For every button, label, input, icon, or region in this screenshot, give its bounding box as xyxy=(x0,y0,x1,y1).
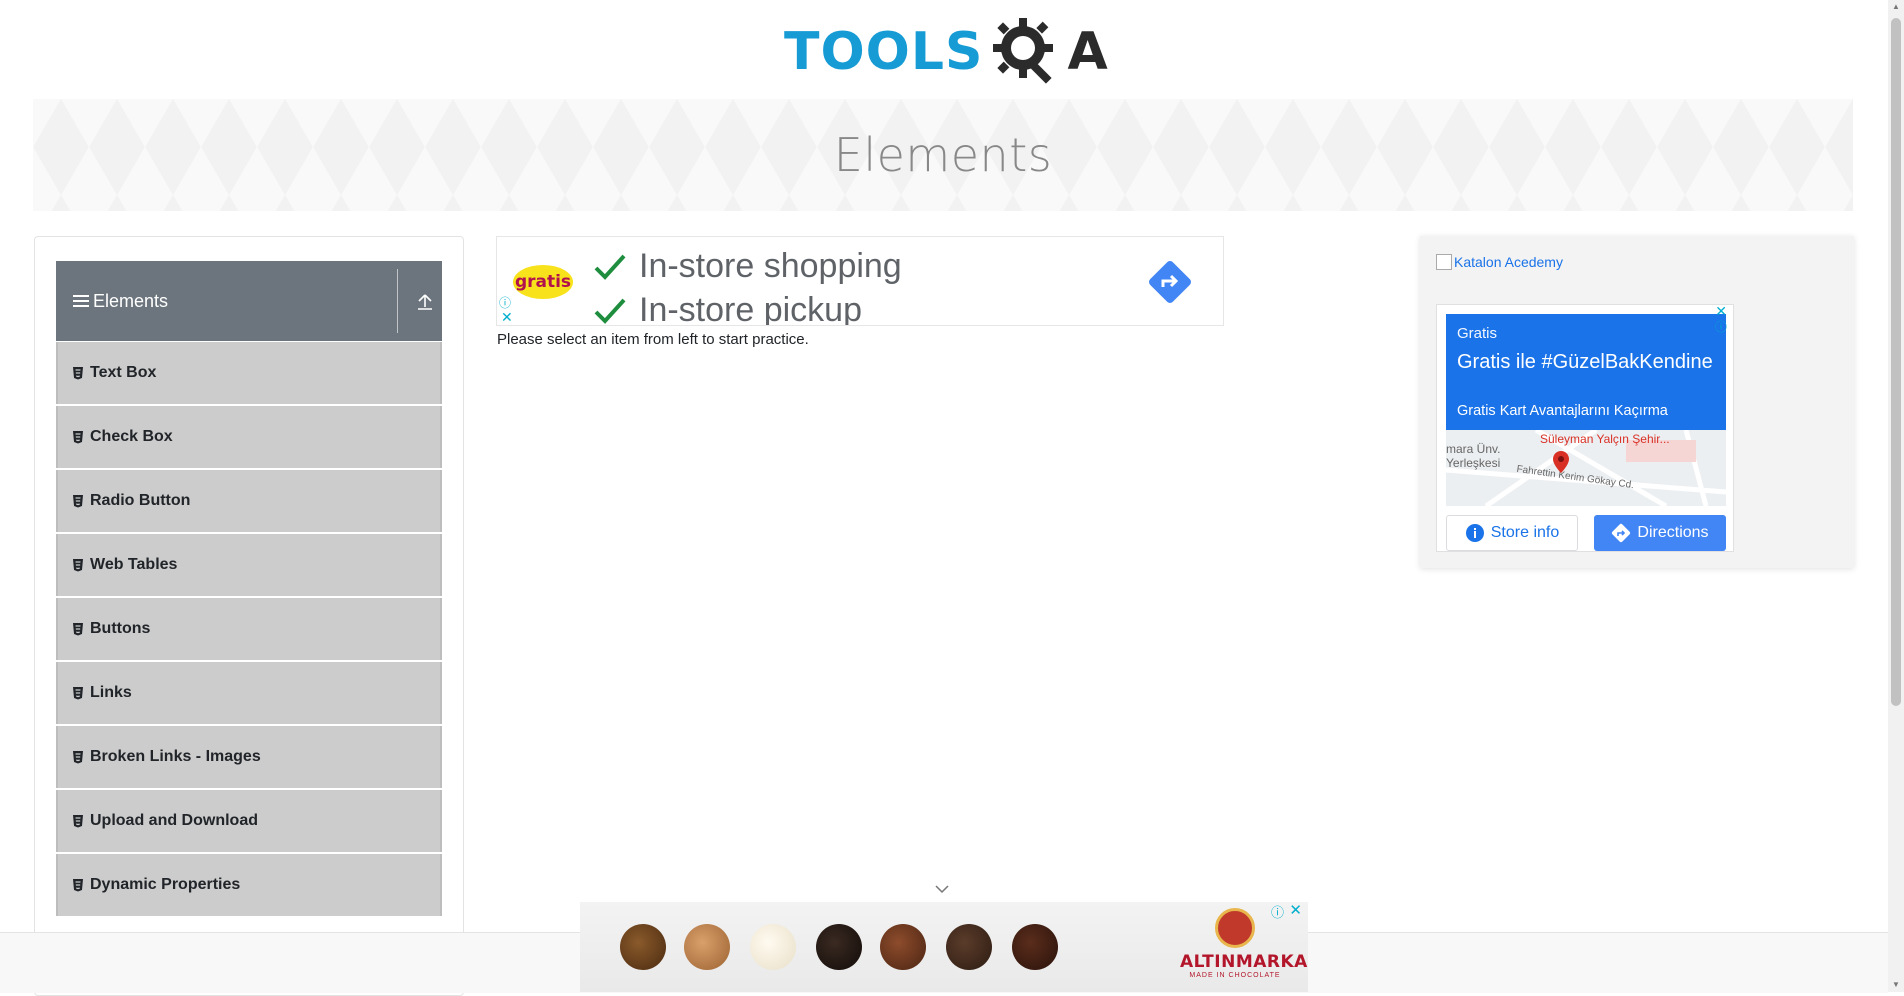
page-banner: Elements xyxy=(33,99,1853,211)
sidebar-item-broken-links-images[interactable]: Broken Links - Images xyxy=(56,726,442,788)
map-label-hospital: Süleyman Yalçın Şehir... xyxy=(1540,432,1670,446)
header-divider xyxy=(397,269,398,333)
html5-icon xyxy=(73,751,83,764)
ad-line1-text: In-store shopping xyxy=(639,247,902,285)
sidebar-item-label: Check Box xyxy=(90,428,173,445)
altinmarka-medal-icon xyxy=(1215,908,1255,948)
sidebar-item-buttons[interactable]: Buttons xyxy=(56,598,442,660)
sidebar-item-label: Dynamic Properties xyxy=(90,876,241,893)
cocoa-nibs-image xyxy=(946,924,992,970)
hamburger-icon xyxy=(73,292,89,310)
ad-gratis-map[interactable]: Gratis Gratis ile #GüzelBakKendine Grati… xyxy=(1436,303,1734,552)
group-title: Elements xyxy=(93,290,169,311)
sidebar-menu: Text Box Check Box Radio Button Web Tabl… xyxy=(56,342,442,918)
check-icon xyxy=(594,298,626,324)
sidebar-item-label: Web Tables xyxy=(90,556,178,573)
altinmarka-name: ALTINMARKA xyxy=(1180,952,1308,972)
html5-icon xyxy=(73,687,83,700)
ad-banner-gratis[interactable]: gratis In-store shopping In-store pickup… xyxy=(496,236,1224,326)
map-label-campus: Yerleşkesi xyxy=(1446,456,1501,470)
html5-icon xyxy=(73,431,83,444)
html5-icon xyxy=(73,623,83,636)
info-icon xyxy=(1465,524,1484,542)
katalon-alt-text: Katalon Acedemy xyxy=(1454,254,1563,270)
chevron-down-icon[interactable] xyxy=(934,884,950,894)
right-widget: Katalon Acedemy Gratis Gratis ile #Güzel… xyxy=(1420,236,1854,568)
directions-button[interactable]: Directions xyxy=(1594,515,1726,551)
scrollbar-thumb[interactable] xyxy=(1891,18,1901,706)
html5-icon xyxy=(73,879,83,892)
katalon-academy-image[interactable]: Katalon Acedemy xyxy=(1436,254,1563,270)
html5-icon xyxy=(73,559,83,572)
white-chocolate-image xyxy=(750,924,796,970)
ad-info-icon[interactable]: ⓘ xyxy=(1271,902,1284,921)
ad-line2-text: In-store pickup xyxy=(639,291,862,326)
collapse-up-icon[interactable] xyxy=(416,291,434,311)
sidebar-item-upload-and-download[interactable]: Upload and Download xyxy=(56,790,442,852)
map-label-uni: mara Ünv. xyxy=(1446,442,1501,456)
almonds-image xyxy=(684,924,730,970)
page-title: Elements xyxy=(833,128,1053,182)
cocoa-powder-image xyxy=(1012,924,1058,970)
sidebar-item-text-box[interactable]: Text Box xyxy=(56,342,442,404)
store-info-label: Store info xyxy=(1490,524,1560,541)
ad-map[interactable]: Süleyman Yalçın Şehir... mara Ünv. Yerle… xyxy=(1446,430,1726,506)
directions-icon[interactable] xyxy=(1147,259,1193,305)
ad-brand: Gratis xyxy=(1457,325,1498,342)
group-header-elements[interactable]: Elements xyxy=(56,261,442,341)
map-pin-icon xyxy=(1553,451,1569,473)
sidebar-item-label: Text Box xyxy=(90,364,157,381)
html5-icon xyxy=(73,367,83,380)
gear-magnifier-icon xyxy=(993,18,1054,84)
sidebar-item-label: Radio Button xyxy=(90,492,191,509)
sidebar-item-links[interactable]: Links xyxy=(56,662,442,724)
instruction-text: Please select an item from left to start… xyxy=(497,331,809,348)
logo-text-a: A xyxy=(1067,22,1108,82)
sidebar-item-label: Upload and Download xyxy=(90,812,258,829)
check-icon xyxy=(594,254,626,280)
scroll-down-arrow-icon[interactable]: ▼ xyxy=(1891,980,1901,990)
ad-description: Gratis Kart Avantajlarını Kaçırma xyxy=(1457,403,1668,419)
sidebar-item-check-box[interactable]: Check Box xyxy=(56,406,442,468)
sidebar-item-web-tables[interactable]: Web Tables xyxy=(56,534,442,596)
sidebar-item-label: Links xyxy=(90,684,132,701)
logo-text-tools: TOOLS xyxy=(784,22,984,82)
sidebar-item-label: Broken Links - Images xyxy=(90,748,261,765)
left-panel: Elements Text Box Check Box Radio Button… xyxy=(34,236,464,996)
sidebar-item-radio-button[interactable]: Radio Button xyxy=(56,470,442,532)
scroll-up-arrow-icon[interactable]: ▲ xyxy=(1891,2,1901,12)
sidebar-item-label: Buttons xyxy=(90,620,151,637)
altinmarka-tagline: MADE IN CHOCOLATE xyxy=(1189,972,1281,979)
toolsqa-logo[interactable]: TOOLS A xyxy=(784,14,1108,90)
directions-icon xyxy=(1612,523,1631,543)
ad-info-icon[interactable]: ⓘ xyxy=(1715,318,1727,335)
cocoa-beans-image xyxy=(880,924,926,970)
ad-headline-box[interactable]: Gratis Gratis ile #GüzelBakKendine Grati… xyxy=(1446,314,1726,430)
gratis-logo: gratis xyxy=(513,265,573,299)
dark-chocolate-image xyxy=(816,924,862,970)
html5-icon xyxy=(73,495,83,508)
directions-label: Directions xyxy=(1637,524,1709,541)
broken-image-icon xyxy=(1436,254,1452,270)
ad-line-shopping: In-store shopping xyxy=(593,247,902,286)
html5-icon xyxy=(73,815,83,828)
ad-line-pickup: In-store pickup xyxy=(593,291,862,326)
ad-close-icon[interactable]: ✕ xyxy=(501,309,513,325)
store-info-button[interactable]: Store info xyxy=(1446,515,1578,551)
ad-close-icon[interactable]: ✕ xyxy=(1289,902,1302,919)
ad-banner-altinmarka[interactable]: ALTINMARKA MADE IN CHOCOLATE ⓘ ✕ xyxy=(580,902,1308,992)
sidebar-item-dynamic-properties[interactable]: Dynamic Properties xyxy=(56,854,442,916)
coffee-beans-image xyxy=(620,924,666,970)
ad-headline: Gratis ile #GüzelBakKendine xyxy=(1457,351,1713,373)
